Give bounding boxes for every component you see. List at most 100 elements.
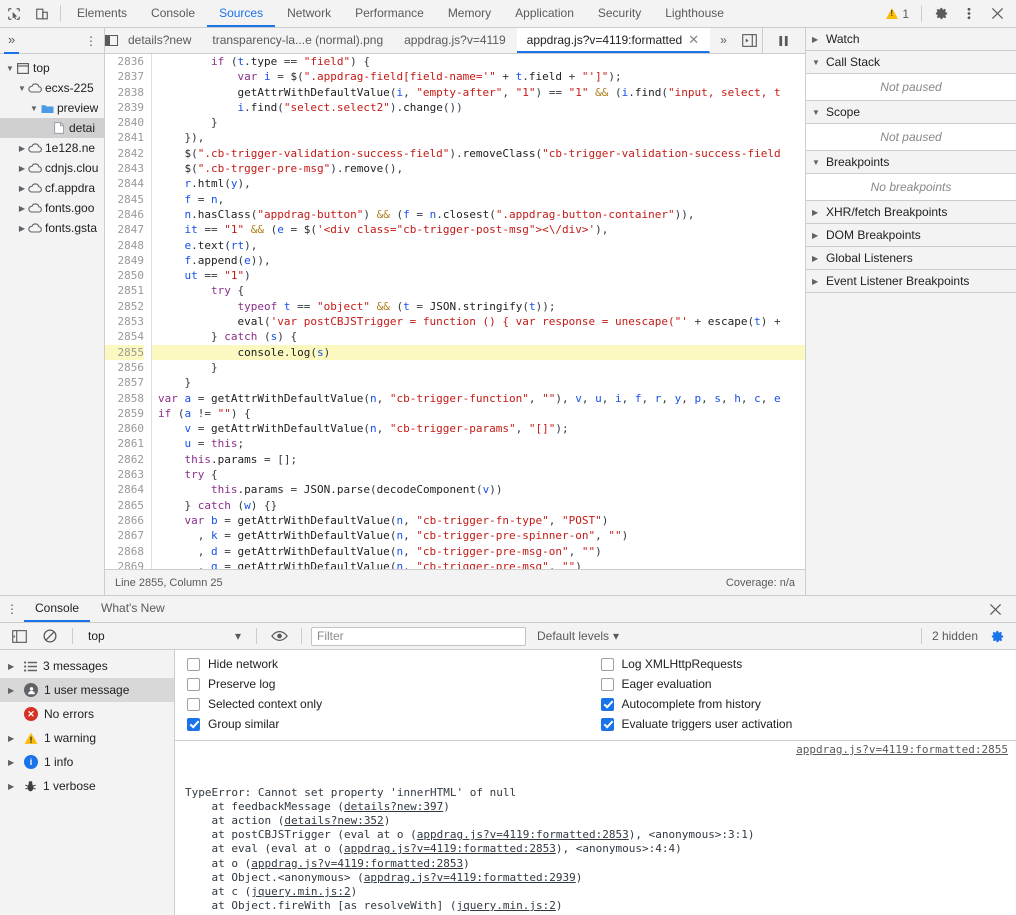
checkbox[interactable] <box>187 717 200 731</box>
chevron-down-icon[interactable]: ▼ <box>16 84 28 93</box>
tree-node-fonts-google[interactable]: ▶ fonts.goo <box>0 198 104 218</box>
checkbox[interactable] <box>600 697 614 711</box>
code-line[interactable]: if (t.type == "field") { <box>152 54 805 69</box>
navigator-overflow-button[interactable]: » <box>4 28 20 54</box>
line-number[interactable]: 2858 <box>105 391 145 406</box>
editor-tab-details[interactable]: details?new <box>118 28 202 53</box>
line-number[interactable]: 2853 <box>105 314 145 329</box>
code-line[interactable]: u = this; <box>152 436 805 451</box>
filter-input[interactable] <box>311 626 526 646</box>
line-number[interactable]: 2861 <box>105 436 145 451</box>
setting-hide-network[interactable]: Hide network <box>187 657 591 671</box>
line-number[interactable]: 2865 <box>105 498 145 513</box>
line-number[interactable]: 2856 <box>105 360 145 375</box>
code-line[interactable]: try { <box>152 283 805 298</box>
checkbox[interactable] <box>600 717 614 731</box>
tree-node-details[interactable]: detai <box>0 118 104 138</box>
tree-node-preview[interactable]: ▼ preview <box>0 98 104 118</box>
line-number[interactable]: 2868 <box>105 544 145 559</box>
code-line[interactable]: f.append(e)), <box>152 253 805 268</box>
drawer-tab-console[interactable]: Console <box>24 596 91 622</box>
chevron-right-icon[interactable]: ▶ <box>8 782 18 791</box>
tree-node-fonts-gstatic[interactable]: ▶ fonts.gsta <box>0 218 104 238</box>
code-line[interactable]: typeof t == "object" && (t = JSON.string… <box>152 299 805 314</box>
code-line[interactable]: this.params = JSON.parse(decodeComponent… <box>152 482 805 497</box>
section-dom-breakpoints[interactable]: ▶ DOM Breakpoints <box>806 224 1016 247</box>
kebab-menu-icon[interactable] <box>956 1 982 27</box>
warning-count-badge[interactable]: 1 <box>880 7 915 21</box>
chevron-down-icon[interactable]: ▼ <box>4 64 16 73</box>
chevron-right-icon[interactable]: ▶ <box>16 184 28 193</box>
inspect-cursor-icon[interactable] <box>0 0 28 27</box>
tab-elements[interactable]: Elements <box>65 0 139 27</box>
line-number[interactable]: 2844 <box>105 176 145 191</box>
editor-tabs-overflow[interactable]: » <box>710 28 738 53</box>
line-number[interactable]: 2849 <box>105 253 145 268</box>
tree-node-cf-appdrag[interactable]: ▶ cf.appdra <box>0 178 104 198</box>
line-number[interactable]: 2855 <box>105 344 144 360</box>
setting-evaluate-user-activation[interactable]: Evaluate triggers user activation <box>600 717 1005 731</box>
line-number[interactable]: 2862 <box>105 452 145 467</box>
code-line[interactable]: } <box>152 375 805 390</box>
clear-console-icon[interactable] <box>37 623 63 649</box>
setting-autocomplete-history[interactable]: Autocomplete from history <box>600 697 1005 711</box>
code-line[interactable]: var a = getAttrWithDefaultValue(n, "cb-t… <box>152 391 805 406</box>
chevron-right-icon[interactable]: ▶ <box>8 686 18 695</box>
line-number[interactable]: 2851 <box>105 283 145 298</box>
section-call-stack[interactable]: ▼ Call Stack <box>806 51 1016 74</box>
sidebar-item-messages[interactable]: ▶ 3 messages <box>0 654 174 678</box>
toggle-debugger-sidebar-icon[interactable] <box>738 34 762 47</box>
section-xhr-breakpoints[interactable]: ▶ XHR/fetch Breakpoints <box>806 201 1016 224</box>
close-icon[interactable] <box>984 1 1010 27</box>
sidebar-item-info[interactable]: ▶ i 1 info <box>0 750 174 774</box>
code-line[interactable]: , d = getAttrWithDefaultValue(n, "cb-tri… <box>152 544 805 559</box>
line-number[interactable]: 2854 <box>105 329 145 344</box>
checkbox[interactable] <box>600 657 614 671</box>
code-line[interactable]: eval('var postCBJSTrigger = function () … <box>152 314 805 329</box>
code-line[interactable]: }), <box>152 130 805 145</box>
gear-icon[interactable] <box>984 623 1010 649</box>
code-line[interactable]: } <box>152 115 805 130</box>
tree-node-ecxs[interactable]: ▼ ecxs-225 <box>0 78 104 98</box>
stack-frame-link[interactable]: appdrag.js?v=4119:formatted:2853 <box>251 857 463 870</box>
navigator-kebab-icon[interactable]: ⋮ <box>82 34 100 48</box>
checkbox[interactable] <box>600 677 614 691</box>
stack-frame-link[interactable]: jquery.min.js:2 <box>251 885 350 898</box>
tab-network[interactable]: Network <box>275 0 343 27</box>
line-number[interactable]: 2846 <box>105 207 145 222</box>
drawer-tab-whats-new[interactable]: What's New <box>90 596 176 622</box>
chevron-right-icon[interactable]: ▶ <box>8 758 18 767</box>
line-number[interactable]: 2836 <box>105 54 145 69</box>
close-icon[interactable]: ✕ <box>688 32 699 48</box>
tree-node-cdnjs[interactable]: ▶ cdnjs.clou <box>0 158 104 178</box>
section-global-listeners[interactable]: ▶ Global Listeners <box>806 247 1016 270</box>
editor-tab-appdrag-formatted[interactable]: appdrag.js?v=4119:formatted ✕ <box>516 28 711 53</box>
tab-application[interactable]: Application <box>503 0 586 27</box>
line-number[interactable]: 2847 <box>105 222 145 237</box>
device-toggle-icon[interactable] <box>28 0 56 27</box>
live-expression-icon[interactable] <box>266 623 292 649</box>
code-line[interactable]: console.log(s) <box>152 344 805 360</box>
code-line[interactable]: getAttrWithDefaultValue(i, "empty-after"… <box>152 85 805 100</box>
code-line[interactable]: e.text(rt), <box>152 238 805 253</box>
section-scope[interactable]: ▼ Scope <box>806 101 1016 124</box>
tab-memory[interactable]: Memory <box>436 0 503 27</box>
code-line[interactable]: if (a != "") { <box>152 406 805 421</box>
sidebar-item-verbose[interactable]: ▶ 1 verbose <box>0 774 174 798</box>
stack-frame-link[interactable]: details?new:397 <box>344 800 443 813</box>
code-line[interactable]: } catch (s) { <box>152 329 805 344</box>
chevron-down-icon[interactable]: ▼ <box>28 104 40 113</box>
setting-eager-evaluation[interactable]: Eager evaluation <box>600 677 1005 691</box>
line-number[interactable]: 2843 <box>105 161 145 176</box>
close-drawer-icon[interactable] <box>982 596 1008 622</box>
execution-context-selector[interactable]: top ▾ <box>82 629 247 643</box>
section-breakpoints[interactable]: ▼ Breakpoints <box>806 151 1016 174</box>
code-line[interactable]: var b = getAttrWithDefaultValue(n, "cb-t… <box>152 513 805 528</box>
code-line[interactable]: this.params = []; <box>152 452 805 467</box>
chevron-right-icon[interactable]: ▶ <box>8 662 18 671</box>
line-number[interactable]: 2838 <box>105 85 145 100</box>
checkbox[interactable] <box>187 657 200 671</box>
stack-frame-link[interactable]: appdrag.js?v=4119:formatted:2939 <box>364 871 576 884</box>
line-number[interactable]: 2852 <box>105 299 145 314</box>
tree-node-top[interactable]: ▼ top <box>0 58 104 78</box>
